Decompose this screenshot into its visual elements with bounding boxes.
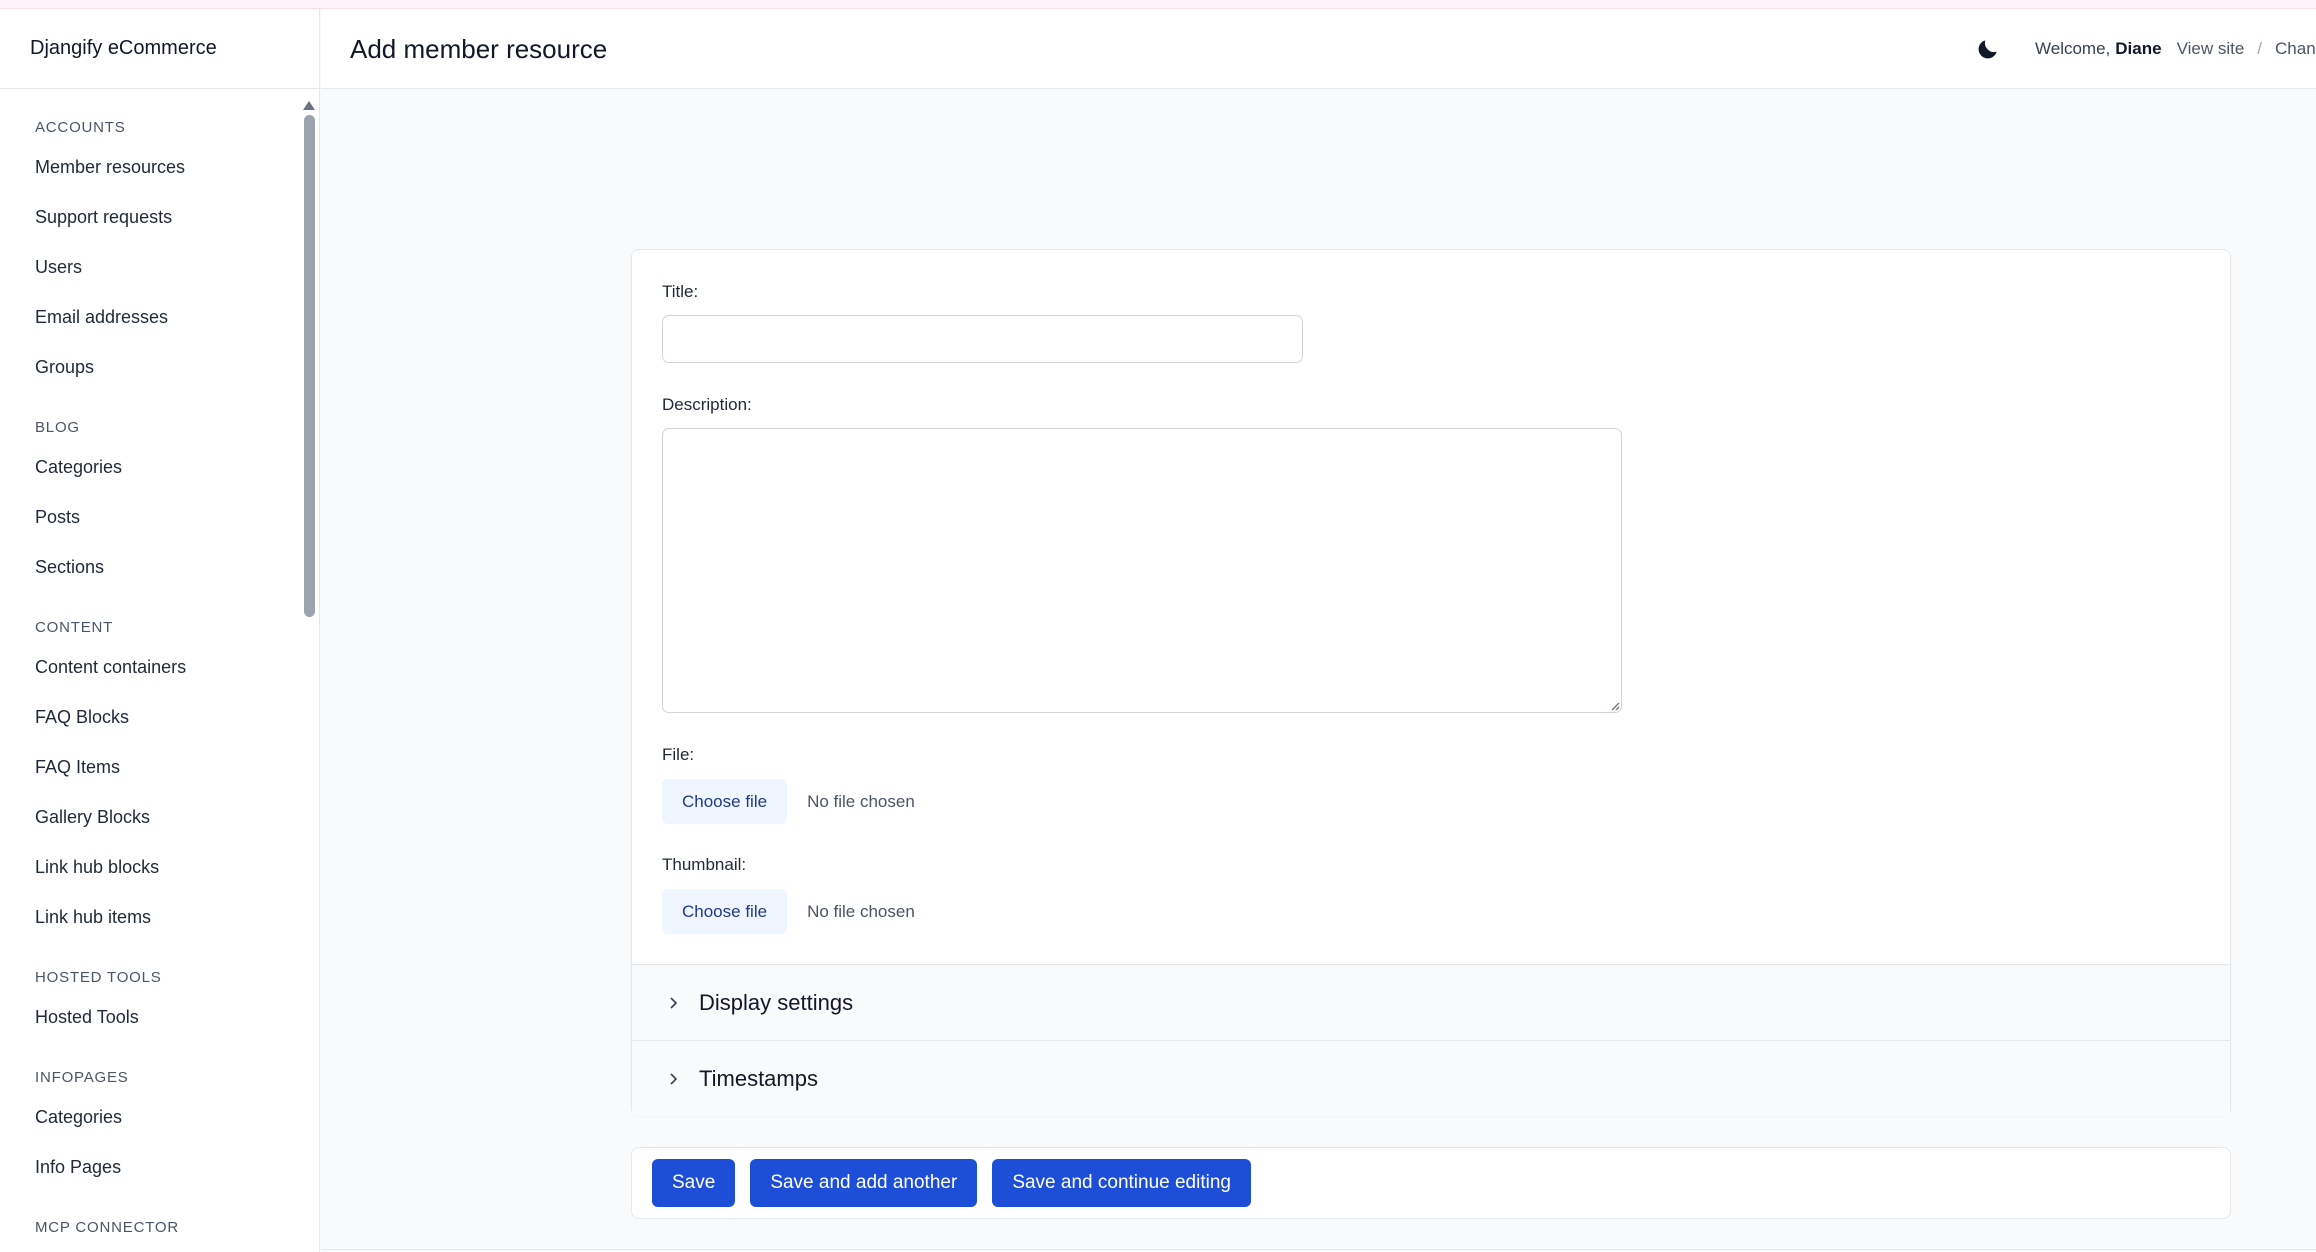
chevron-right-icon bbox=[670, 1072, 678, 1085]
thumbnail-label: Thumbnail: bbox=[662, 855, 747, 874]
view-site-link[interactable]: View site bbox=[2177, 39, 2245, 59]
sidebar-item-support-requests[interactable]: Support requests bbox=[0, 192, 300, 242]
username: Diane bbox=[2115, 39, 2162, 58]
sidebar-item-gallery-blocks[interactable]: Gallery Blocks bbox=[0, 792, 300, 842]
description-textarea[interactable] bbox=[662, 428, 1622, 713]
sidebar-item-faq-items[interactable]: FAQ Items bbox=[0, 742, 300, 792]
description-label: Description: bbox=[662, 395, 752, 414]
title-label: Title: bbox=[662, 282, 699, 301]
sidebar-item-users[interactable]: Users bbox=[0, 242, 300, 292]
timestamps-toggle[interactable]: Timestamps bbox=[632, 1040, 2230, 1116]
nav-section-blog: BLOG bbox=[35, 419, 80, 436]
save-and-add-another-button[interactable]: Save and add another bbox=[750, 1159, 978, 1207]
sidebar-nav: ACCOUNTS Member resources Support reques… bbox=[0, 90, 300, 1252]
nav-section-accounts: ACCOUNTS bbox=[35, 119, 126, 136]
change-password-link[interactable]: Chan bbox=[2275, 39, 2316, 59]
sidebar-item-groups[interactable]: Groups bbox=[0, 342, 300, 392]
sidebar-item-hosted-tools[interactable]: Hosted Tools bbox=[0, 992, 300, 1042]
file-input: Choose file No file chosen bbox=[662, 779, 915, 824]
sidebar-item-member-resources[interactable]: Member resources bbox=[0, 142, 300, 192]
submit-row: Save Save and add another Save and conti… bbox=[631, 1147, 2231, 1219]
thumbnail-status: No file chosen bbox=[807, 901, 915, 921]
file-status: No file chosen bbox=[807, 791, 915, 811]
member-resource-form: Title: Description: File: Choose file No… bbox=[631, 249, 2231, 1116]
file-choose-button[interactable]: Choose file bbox=[662, 779, 788, 824]
header-separator: / bbox=[2257, 39, 2263, 58]
sidebar-item-link-hub-items[interactable]: Link hub items bbox=[0, 892, 300, 942]
top-accent-bar bbox=[0, 0, 2316, 9]
nav-section-hosted-tools: HOSTED TOOLS bbox=[35, 969, 162, 986]
display-settings-title: Display settings bbox=[699, 989, 854, 1015]
moon-icon[interactable] bbox=[1975, 36, 2001, 62]
welcome-text: Welcome, bbox=[2035, 39, 2111, 58]
sidebar-item-content-containers[interactable]: Content containers bbox=[0, 642, 300, 692]
thumbnail-input: Choose file No file chosen bbox=[662, 889, 915, 934]
scroll-up-arrow-icon[interactable] bbox=[303, 101, 315, 110]
nav-section-mcp-connector: MCP CONNECTOR bbox=[35, 1219, 180, 1236]
thumbnail-choose-button[interactable]: Choose file bbox=[662, 889, 788, 934]
sidebar-item-infopage-categories[interactable]: Categories bbox=[0, 1092, 300, 1142]
chevron-right-icon bbox=[670, 996, 678, 1009]
sidebar-scrollbar[interactable] bbox=[302, 93, 316, 1252]
nav-section-content: CONTENT bbox=[35, 619, 114, 636]
display-settings-toggle[interactable]: Display settings bbox=[632, 964, 2230, 1040]
scrollbar-thumb[interactable] bbox=[303, 115, 315, 617]
save-and-continue-button[interactable]: Save and continue editing bbox=[992, 1159, 1251, 1207]
file-label: File: bbox=[662, 745, 695, 764]
title-input[interactable] bbox=[662, 315, 1303, 363]
user-tools: Welcome, Diane View site / Chan bbox=[1975, 9, 2316, 89]
sidebar-item-link-hub-blocks[interactable]: Link hub blocks bbox=[0, 842, 300, 892]
sidebar-item-email-addresses[interactable]: Email addresses bbox=[0, 292, 300, 342]
brand-title[interactable]: Djangify eCommerce bbox=[0, 9, 319, 89]
timestamps-title: Timestamps bbox=[699, 1065, 818, 1091]
sidebar: Djangify eCommerce ACCOUNTS Member resou… bbox=[0, 9, 320, 1252]
footer-divider bbox=[321, 1249, 2316, 1250]
sidebar-item-info-pages[interactable]: Info Pages bbox=[0, 1142, 300, 1192]
sidebar-item-faq-blocks[interactable]: FAQ Blocks bbox=[0, 692, 300, 742]
sidebar-item-blog-categories[interactable]: Categories bbox=[0, 442, 300, 492]
top-header: Add member resource Welcome, Diane View … bbox=[321, 9, 2316, 89]
sidebar-item-posts[interactable]: Posts bbox=[0, 492, 300, 542]
page-title: Add member resource bbox=[350, 34, 608, 64]
nav-section-infopages: INFOPAGES bbox=[35, 1069, 129, 1086]
sidebar-item-sections[interactable]: Sections bbox=[0, 542, 300, 592]
save-button[interactable]: Save bbox=[652, 1159, 736, 1207]
resize-grip-icon[interactable] bbox=[1610, 701, 1620, 711]
